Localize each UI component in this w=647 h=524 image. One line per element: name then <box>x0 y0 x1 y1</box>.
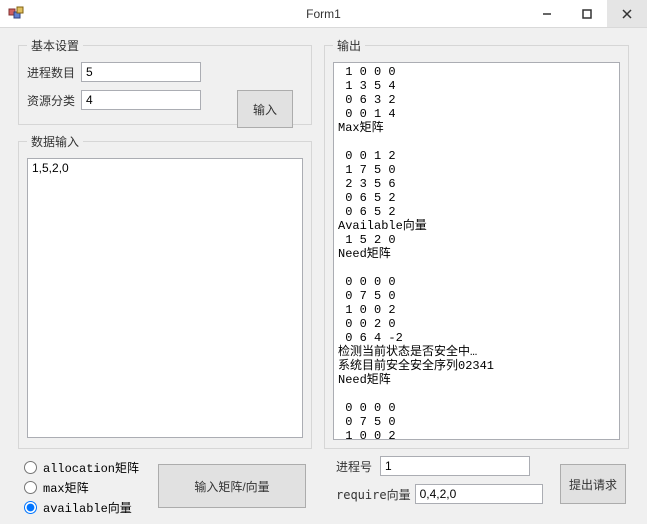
input-require-vector[interactable] <box>415 484 543 504</box>
input-process-id[interactable] <box>380 456 530 476</box>
radio-available-label[interactable]: available向量 <box>43 499 132 516</box>
radio-available[interactable] <box>24 501 37 514</box>
group-output-legend: 输出 <box>333 37 365 54</box>
label-resource-types: 资源分类 <box>27 92 75 109</box>
output-textarea[interactable] <box>333 62 620 440</box>
radio-allocation[interactable] <box>24 461 37 474</box>
radio-max-label[interactable]: max矩阵 <box>43 479 89 496</box>
radio-max[interactable] <box>24 481 37 494</box>
input-button[interactable]: 输入 <box>237 90 293 128</box>
group-basic-settings: 基本设置 进程数目 资源分类 输入 <box>18 37 312 125</box>
submit-request-button[interactable]: 提出请求 <box>560 464 626 504</box>
minimize-button[interactable] <box>527 0 567 27</box>
close-button[interactable] <box>607 0 647 27</box>
group-basic-legend: 基本设置 <box>27 37 83 54</box>
client-area: 基本设置 进程数目 资源分类 输入 数据输入 输出 allocation矩阵 <box>0 28 647 524</box>
input-resource-types[interactable] <box>81 90 201 110</box>
matrix-type-radios: allocation矩阵 max矩阵 available向量 <box>24 456 144 519</box>
label-process-count: 进程数目 <box>27 64 75 81</box>
app-icon <box>8 6 24 22</box>
group-output: 输出 <box>324 37 629 449</box>
group-data-legend: 数据输入 <box>27 133 83 150</box>
maximize-button[interactable] <box>567 0 607 27</box>
titlebar: Form1 <box>0 0 647 28</box>
data-input-textarea[interactable] <box>27 158 303 438</box>
input-matrix-button[interactable]: 输入矩阵/向量 <box>158 464 306 508</box>
label-process-id: 进程号 <box>336 458 372 475</box>
group-data-input: 数据输入 <box>18 133 312 449</box>
input-process-count[interactable] <box>81 62 201 82</box>
window-buttons <box>527 0 647 27</box>
label-require-vector: require向量 <box>336 486 411 503</box>
radio-allocation-label[interactable]: allocation矩阵 <box>43 459 139 476</box>
